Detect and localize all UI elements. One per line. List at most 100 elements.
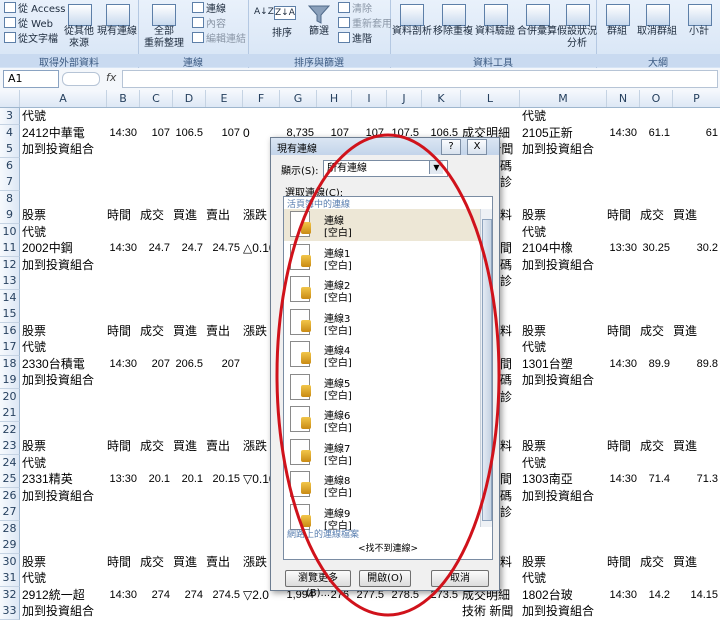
row-header-5[interactable]: 5 <box>0 141 20 158</box>
connection-item[interactable]: 連線6 [空白] <box>284 404 480 436</box>
cell-d32[interactable]: 274 <box>173 587 203 603</box>
cell-a18[interactable]: 2330台積電 <box>22 356 85 372</box>
cell-p32[interactable]: 14.15 <box>673 587 718 603</box>
row-header-33[interactable]: 33 <box>0 603 20 620</box>
cell-c9[interactable]: 成交 <box>140 207 164 223</box>
cell-e11[interactable]: 24.75 <box>206 240 240 256</box>
cell-l30[interactable]: 料 <box>500 554 512 570</box>
cell-d18[interactable]: 206.5 <box>173 356 203 372</box>
cell-f9[interactable]: 漲跌 <box>243 207 267 223</box>
cell-a30[interactable]: 股票 <box>22 554 46 570</box>
connection-item[interactable]: 連線4 [空白] <box>284 339 480 371</box>
clear-button[interactable]: 清除 <box>338 2 372 16</box>
cell-b16[interactable]: 時間 <box>107 323 131 339</box>
connection-item[interactable]: 連線5 [空白] <box>284 372 480 404</box>
cell-d9[interactable]: 買進 <box>173 207 197 223</box>
open-button[interactable]: 開啟(O) <box>359 570 411 587</box>
cell-d23[interactable]: 買進 <box>173 438 197 454</box>
row-header-19[interactable]: 19 <box>0 372 20 389</box>
col-header-o[interactable]: O <box>640 90 673 107</box>
cell-n18[interactable]: 14:30 <box>607 356 637 372</box>
cell-m26[interactable]: 加到投資組合 <box>522 488 594 504</box>
cell-a23[interactable]: 股票 <box>22 438 46 454</box>
col-header-f[interactable]: F <box>243 90 280 107</box>
from-other-sources-icon[interactable] <box>68 4 92 26</box>
existing-connections-icon[interactable] <box>106 4 130 26</box>
refresh-all-label[interactable]: 全部 重新整理 <box>142 26 186 50</box>
consolidate-icon[interactable] <box>526 4 550 26</box>
cell-c25[interactable]: 20.1 <box>140 471 170 487</box>
select-all-corner[interactable] <box>0 90 20 107</box>
reapply-button[interactable]: 重新套用 <box>338 17 392 31</box>
cell-d4[interactable]: 106.5 <box>173 125 203 141</box>
cell-l33[interactable]: 技術 新聞 <box>462 603 513 619</box>
cell-e16[interactable]: 賣出 <box>206 323 230 339</box>
cell-c16[interactable]: 成交 <box>140 323 164 339</box>
cell-e9[interactable]: 賣出 <box>206 207 230 223</box>
cell-n9[interactable]: 時間 <box>607 207 631 223</box>
col-header-e[interactable]: E <box>206 90 243 107</box>
col-header-i[interactable]: I <box>352 90 387 107</box>
cell-a16[interactable]: 股票 <box>22 323 46 339</box>
cell-e25[interactable]: 20.15 <box>206 471 240 487</box>
connections-list[interactable]: 活頁簿中的連線 連線 [空白] 連線1 [空白] 連線2 [空白] 連線3 [空白] 連線4 [空… <box>283 196 493 560</box>
row-header-16[interactable]: 16 <box>0 322 20 340</box>
cell-b30[interactable]: 時間 <box>107 554 131 570</box>
cell-e18[interactable]: 207 <box>206 356 240 372</box>
row-header-30[interactable]: 30 <box>0 553 20 571</box>
cell-l23[interactable]: 料 <box>500 438 512 454</box>
filter-label[interactable]: 篩選 <box>306 26 332 38</box>
formula-input[interactable] <box>122 70 718 88</box>
cell-n11[interactable]: 13:30 <box>607 240 637 256</box>
cell-l18[interactable]: 間 <box>500 356 512 372</box>
row-header-23[interactable]: 23 <box>0 438 20 455</box>
cell-m33[interactable]: 加到投資組合 <box>522 603 594 619</box>
cell-l6[interactable]: 碼 <box>500 158 512 174</box>
cell-m31[interactable]: 代號 <box>522 570 546 586</box>
cell-l20[interactable]: 診 <box>500 389 512 405</box>
cell-a10[interactable]: 代號 <box>22 224 46 240</box>
row-header-22[interactable]: 22 <box>0 421 20 439</box>
remove-duplicates-icon[interactable] <box>442 4 466 26</box>
name-box[interactable]: A1 <box>3 70 59 88</box>
cell-o30[interactable]: 成交 <box>640 554 664 570</box>
browse-more-button[interactable]: 瀏覽更多(B)... <box>285 570 351 599</box>
cell-d16[interactable]: 買進 <box>173 323 197 339</box>
sort-dialog-icon[interactable]: Z↓A <box>274 6 296 20</box>
cell-a12[interactable]: 加到投資組合 <box>22 257 94 273</box>
cell-a32[interactable]: 2912統一超 <box>22 587 85 603</box>
cell-m10[interactable]: 代號 <box>522 224 546 240</box>
cell-b9[interactable]: 時間 <box>107 207 131 223</box>
cell-m24[interactable]: 代號 <box>522 455 546 471</box>
row-header-28[interactable]: 28 <box>0 520 20 538</box>
cell-o16[interactable]: 成交 <box>640 323 664 339</box>
cell-f30[interactable]: 漲跌 <box>243 554 267 570</box>
row-header-29[interactable]: 29 <box>0 537 20 554</box>
cell-c32[interactable]: 274 <box>140 587 170 603</box>
row-header-15[interactable]: 15 <box>0 306 20 323</box>
cell-e23[interactable]: 賣出 <box>206 438 230 454</box>
cell-c18[interactable]: 207 <box>140 356 170 372</box>
consolidate-label[interactable]: 合併彙算 <box>516 26 558 38</box>
cell-a3[interactable]: 代號 <box>22 108 46 124</box>
cell-a11[interactable]: 2002中鋼 <box>22 240 73 256</box>
row-header-26[interactable]: 26 <box>0 487 20 505</box>
cell-n16[interactable]: 時間 <box>607 323 631 339</box>
cell-f32[interactable]: ▽2.0 <box>243 587 269 603</box>
col-header-a[interactable]: A <box>20 90 107 107</box>
cell-l13[interactable]: 診 <box>500 273 512 289</box>
cell-m19[interactable]: 加到投資組合 <box>522 372 594 388</box>
list-scrollbar[interactable] <box>480 209 492 527</box>
row-header-12[interactable]: 12 <box>0 256 20 274</box>
cell-m4[interactable]: 2105正新 <box>522 125 573 141</box>
ungroup-icon[interactable] <box>646 4 670 26</box>
row-header-20[interactable]: 20 <box>0 388 20 406</box>
remove-duplicates-label[interactable]: 移除重複 <box>432 26 474 38</box>
row-header-27[interactable]: 27 <box>0 504 20 521</box>
filter-funnel-icon[interactable] <box>307 4 331 24</box>
cell-p11[interactable]: 30.2 <box>673 240 718 256</box>
cell-a9[interactable]: 股票 <box>22 207 46 223</box>
col-header-m[interactable]: M <box>520 90 607 107</box>
subtotal-icon[interactable] <box>688 4 712 26</box>
connection-item[interactable]: 連線3 [空白] <box>284 307 480 339</box>
